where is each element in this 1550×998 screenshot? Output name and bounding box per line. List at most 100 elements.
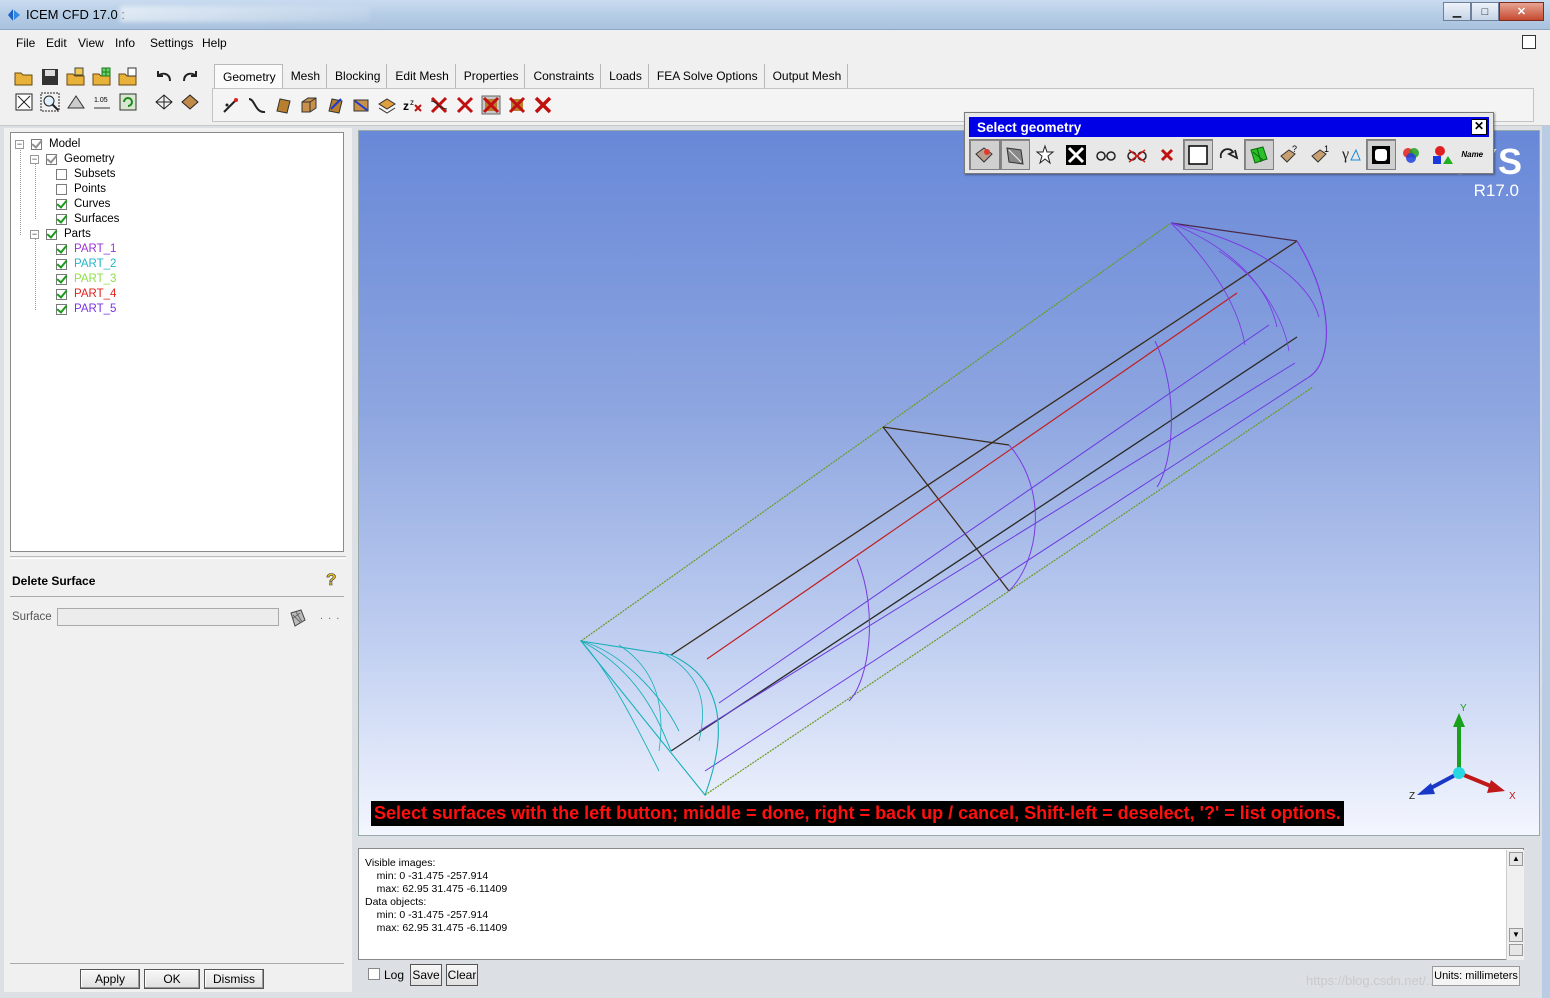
surface-field[interactable]: [57, 608, 279, 626]
maximize-button[interactable]: □: [1471, 2, 1499, 21]
tab-blocking[interactable]: Blocking: [327, 64, 388, 88]
part-checkbox[interactable]: [56, 274, 67, 285]
select-by-dimension-icon[interactable]: ?: [1274, 139, 1305, 170]
graphics-viewport[interactable]: ANSYS R17.0: [358, 130, 1540, 836]
part-checkbox[interactable]: [56, 289, 67, 300]
fit-window-icon[interactable]: [14, 92, 34, 112]
ok-button[interactable]: OK: [144, 969, 200, 989]
create-curve-icon[interactable]: [247, 95, 267, 115]
zoom-box-icon[interactable]: [40, 92, 60, 112]
select-by-window-icon[interactable]: [969, 139, 1000, 170]
tab-geometry[interactable]: Geometry: [214, 64, 283, 88]
create-surface-icon[interactable]: [273, 95, 293, 115]
tab-loads[interactable]: Loads: [601, 64, 649, 88]
select-by-curvature-icon[interactable]: γ: [1335, 139, 1366, 170]
apply-button[interactable]: Apply: [80, 969, 140, 989]
points-checkbox[interactable]: [56, 184, 67, 195]
open-mesh-icon[interactable]: [92, 67, 112, 87]
toggle-selection-icon[interactable]: [1030, 139, 1061, 170]
open-geometry-icon[interactable]: [66, 67, 86, 87]
redo-icon[interactable]: [180, 67, 200, 87]
dismiss-button[interactable]: Dismiss: [204, 969, 264, 989]
minimize-button[interactable]: ▁: [1443, 2, 1471, 21]
measure-icon[interactable]: [66, 92, 86, 112]
restore-dormant-icon[interactable]: [377, 95, 397, 115]
delete-surface-icon[interactable]: [455, 95, 475, 115]
save-log-button[interactable]: Save: [410, 964, 442, 986]
select-geometry-header[interactable]: Select geometry ✕: [969, 117, 1489, 137]
menu-view[interactable]: View: [78, 36, 104, 50]
circle-select-icon[interactable]: [1213, 139, 1244, 170]
polygon-select-icon[interactable]: [1243, 139, 1274, 170]
select-surface-icon[interactable]: [288, 608, 308, 628]
tab-constraints[interactable]: Constraints: [525, 64, 602, 88]
log-checkbox[interactable]: [368, 968, 380, 980]
save-icon[interactable]: [40, 67, 60, 87]
select-by-type-icon[interactable]: 1: [1305, 139, 1336, 170]
delete-curve-icon[interactable]: [429, 95, 449, 115]
create-point-icon[interactable]: [221, 95, 241, 115]
select-by-name-icon[interactable]: Name: [1457, 139, 1488, 170]
select-by-color-icon[interactable]: [1396, 139, 1427, 170]
open-blocking-icon[interactable]: [118, 67, 138, 87]
select-all-icon[interactable]: [1061, 139, 1092, 170]
cancel-icon[interactable]: [1152, 139, 1183, 170]
tab-output-mesh[interactable]: Output Mesh: [764, 64, 849, 88]
menu-info[interactable]: Info: [115, 36, 135, 50]
distance-icon[interactable]: 1.05: [92, 92, 112, 112]
delete-any-entity-icon[interactable]: [507, 95, 527, 115]
create-body-icon[interactable]: [299, 95, 319, 115]
part-checkbox[interactable]: [56, 304, 67, 315]
menu-edit[interactable]: Edit: [46, 36, 67, 50]
deselect-all-icon[interactable]: [1122, 139, 1153, 170]
message-scrollbar[interactable]: ▲ ▼: [1506, 850, 1524, 960]
refresh-icon[interactable]: [118, 92, 138, 112]
select-by-subset-icon[interactable]: [1365, 139, 1396, 170]
scroll-thumb[interactable]: [1509, 944, 1523, 956]
transform-geometry-icon[interactable]: [351, 95, 371, 115]
part-checkbox[interactable]: [56, 244, 67, 255]
geometry-wireframe[interactable]: [359, 131, 1540, 836]
panel-splitter[interactable]: [10, 556, 346, 559]
units-indicator[interactable]: Units: millimeters: [1432, 966, 1520, 986]
wireframe-icon[interactable]: [154, 92, 174, 112]
solid-view-icon[interactable]: [180, 92, 200, 112]
tab-fea-solve-options[interactable]: FEA Solve Options: [648, 64, 765, 88]
delete-geometry-icon[interactable]: [533, 95, 553, 115]
part-checkbox[interactable]: [56, 259, 67, 270]
tab-edit-mesh[interactable]: Edit Mesh: [387, 64, 456, 88]
clear-log-button[interactable]: Clear: [446, 964, 478, 986]
select-visible-icon[interactable]: [1091, 139, 1122, 170]
collapse-icon[interactable]: −: [30, 230, 39, 239]
rectangle-select-icon[interactable]: [1182, 139, 1213, 170]
subsets-checkbox[interactable]: [56, 169, 67, 180]
delete-body-icon[interactable]: [481, 95, 501, 115]
open-folder-icon[interactable]: [14, 67, 34, 87]
help-icon[interactable]: ?: [324, 569, 340, 589]
geometry-checkbox[interactable]: [46, 154, 57, 165]
menu-file[interactable]: File: [16, 36, 35, 50]
menu-help[interactable]: Help: [202, 36, 227, 50]
collapse-icon[interactable]: −: [15, 140, 24, 149]
model-checkbox[interactable]: [31, 139, 42, 150]
collapse-icon[interactable]: −: [30, 155, 39, 164]
restore-icon[interactable]: [1522, 35, 1536, 49]
parts-checkbox[interactable]: [46, 229, 57, 240]
repair-geometry-icon[interactable]: [325, 95, 345, 115]
more-options[interactable]: . . .: [320, 610, 340, 622]
close-button[interactable]: ✕: [1499, 2, 1544, 21]
tab-mesh[interactable]: Mesh: [282, 64, 328, 88]
menu-settings[interactable]: Settings: [150, 36, 193, 50]
scroll-up-icon[interactable]: ▲: [1509, 852, 1523, 866]
close-icon[interactable]: ✕: [1471, 119, 1487, 135]
tab-properties[interactable]: Properties: [455, 64, 526, 88]
tree-guide: [20, 145, 21, 235]
delete-point-icon[interactable]: zz: [403, 95, 423, 115]
select-by-part-icon[interactable]: [1427, 139, 1458, 170]
surfaces-checkbox[interactable]: [56, 214, 67, 225]
curves-checkbox[interactable]: [56, 199, 67, 210]
select-all-visible-icon[interactable]: [999, 139, 1030, 170]
message-window[interactable]: Visible images: min: 0 -31.475 -257.914 …: [358, 848, 1524, 960]
scroll-down-icon[interactable]: ▼: [1509, 928, 1523, 942]
undo-icon[interactable]: [154, 67, 174, 87]
